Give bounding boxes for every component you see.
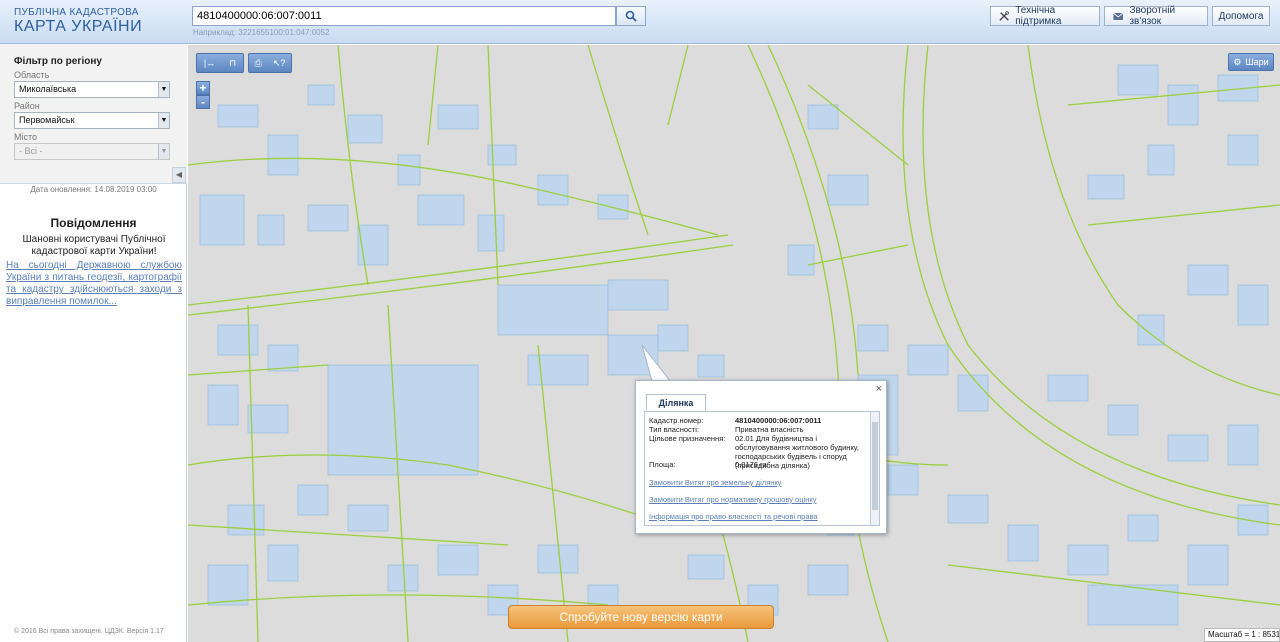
logo-line-1: ПУБЛІЧНА КАДАСТРОВА [14, 7, 139, 18]
district-select-value: Первомайськ [19, 115, 75, 125]
dropdown-arrow-icon: ▼ [158, 82, 169, 97]
print-icon[interactable]: ⎙ [255, 58, 262, 69]
feedback-button[interactable]: Зворотній зв'язок [1104, 5, 1208, 27]
row-value: 0.0176 га [735, 460, 767, 469]
scrollbar-thumb[interactable] [872, 422, 878, 510]
region-select-value: Миколаївська [19, 84, 77, 94]
notice-body: Шановні користувачі Публічної кадастрово… [22, 234, 166, 257]
dropdown-arrow-icon: ▼ [158, 113, 169, 128]
row-key: Тип власності: [649, 425, 699, 434]
filter-title: Фільтр по регіону [14, 56, 102, 67]
zoom-in-button[interactable]: + [196, 81, 210, 95]
district-label: Район [14, 101, 40, 111]
collapse-sidebar-button[interactable]: ◀ [172, 167, 186, 183]
measure-tools[interactable]: |↔ ⊓ [196, 53, 244, 73]
row-key: Цільове призначення: [649, 434, 726, 443]
region-label: Область [14, 70, 50, 80]
layers-label: Шари [1245, 57, 1269, 67]
map-scale: Масштаб = 1 : 8531 [1204, 628, 1280, 642]
gear-icon: ⚙ [1233, 56, 1242, 67]
tools-icon [999, 11, 1009, 21]
notice-link[interactable]: На сьогодні Державною службою України з … [6, 260, 182, 308]
district-select[interactable]: Первомайськ ▼ [14, 112, 170, 129]
search-icon [625, 10, 637, 22]
popup-pointer [641, 345, 672, 382]
sidebar: Фільтр по регіону Область Миколаївська ▼… [0, 44, 187, 642]
layers-button[interactable]: ⚙ Шари [1228, 53, 1274, 71]
row-value: Приватна власність [735, 425, 804, 434]
notice-title: Повідомлення [50, 216, 137, 230]
copyright: © 2016 Всі права захищені. ЦДЗК. Версія … [14, 628, 164, 635]
row-value: 4810400000:06:007:0011 [735, 416, 822, 425]
site-logo[interactable]: ПУБЛІЧНА КАДАСТРОВА КАРТА УКРАЇНИ [14, 8, 142, 35]
city-select-value: - Всі - [19, 146, 43, 156]
print-info-tools[interactable]: ⎙ ↖? [248, 53, 292, 73]
region-filter-panel: Фільтр по регіону Область Миколаївська ▼… [0, 44, 187, 184]
dropdown-arrow-icon: ▼ [158, 144, 169, 159]
envelope-icon [1113, 12, 1124, 20]
measure-area-icon[interactable]: ⊓ [229, 58, 236, 69]
row-key: Кадастр.номер: [649, 416, 704, 425]
region-select[interactable]: Миколаївська ▼ [14, 81, 170, 98]
info-pointer-icon[interactable]: ↖? [273, 58, 286, 69]
popup-scrollbar[interactable] [870, 412, 879, 525]
search-hint: Наприклад: 3221655100:01:047:0052 [193, 28, 330, 37]
cadastral-map[interactable]: |↔ ⊓ ⎙ ↖? + - ⚙ Шари × Ділянка Кадастр.н… [188, 45, 1280, 642]
parcel-info-popup: × Ділянка Кадастр.номер: 4810400000:06:0… [635, 380, 887, 534]
row-key: Площа: [649, 460, 676, 469]
logo-line-2: КАРТА УКРАЇНИ [14, 18, 143, 35]
map-parcels [188, 45, 1280, 642]
try-new-version-button[interactable]: Спробуйте нову версію карти [508, 605, 774, 629]
help-label: Допомога [1218, 10, 1264, 22]
city-select: - Всі - ▼ [14, 143, 170, 160]
help-button[interactable]: Допомога [1212, 6, 1270, 26]
parcel-details: Кадастр.номер: 4810400000:06:007:0011 Ти… [644, 411, 880, 526]
tab-parcel[interactable]: Ділянка [646, 394, 706, 412]
feedback-label: Зворотній зв'язок [1129, 5, 1176, 27]
order-valuation-extract-link[interactable]: Замовити Витяг про нормативну грошову оц… [649, 495, 816, 504]
ownership-info-link[interactable]: Інформація про право власності та речові… [649, 512, 818, 521]
update-date: Дата оновлення: 14.08.2019 03:00 [30, 185, 157, 194]
zoom-out-button[interactable]: - [196, 95, 210, 109]
tech-support-label: Технічна підтримка [1015, 5, 1062, 27]
cadastral-search-input[interactable] [192, 6, 616, 26]
measure-distance-icon[interactable]: |↔ [204, 58, 215, 68]
tech-support-button[interactable]: Технічна підтримка [990, 5, 1100, 27]
order-parcel-extract-link[interactable]: Замовити Витяг про земельну ділянку [649, 478, 782, 487]
search-button[interactable] [616, 6, 646, 26]
close-icon[interactable]: × [876, 383, 882, 395]
chevron-left-icon: ◀ [175, 170, 183, 179]
city-label: Місто [14, 132, 38, 142]
top-header: ПУБЛІЧНА КАДАСТРОВА КАРТА УКРАЇНИ Наприк… [0, 0, 1280, 44]
